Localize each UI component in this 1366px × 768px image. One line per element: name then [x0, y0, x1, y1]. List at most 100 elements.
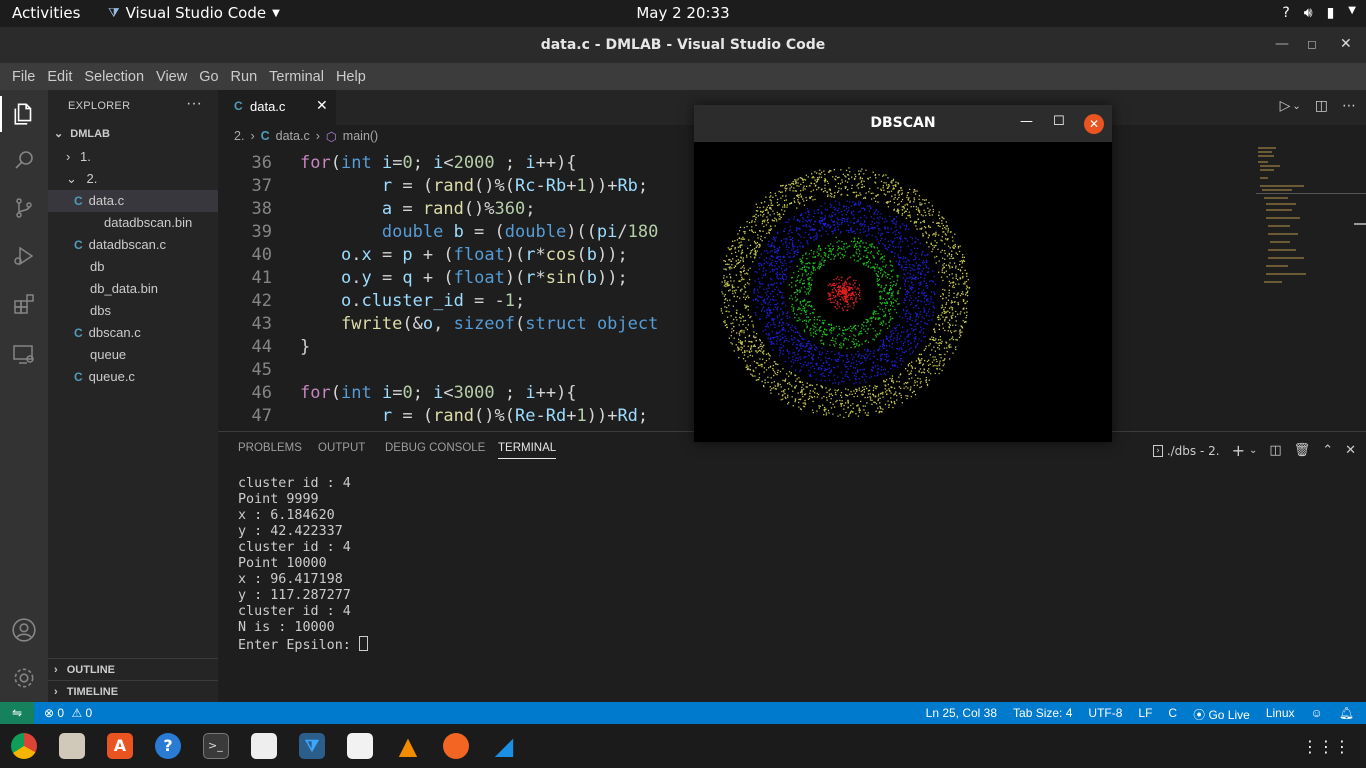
breadcrumb-file[interactable]: data.c: [276, 129, 310, 143]
dbscan-titlebar[interactable]: DBSCAN — ☐ ✕: [694, 105, 1112, 142]
source-control-icon[interactable]: [10, 194, 38, 222]
problems-status[interactable]: ⊗ 0 ⚠ 0: [44, 706, 92, 720]
close-button[interactable]: ✕: [1340, 36, 1352, 52]
code-line[interactable]: fwrite(&o, sizeof(struct object: [300, 314, 658, 334]
show-applications-icon[interactable]: ⋮⋮⋮: [1302, 737, 1350, 756]
tab-terminal[interactable]: TERMINAL: [498, 442, 557, 459]
more-actions-icon[interactable]: ···: [186, 95, 202, 113]
close-panel-icon[interactable]: ✕: [1345, 443, 1356, 458]
minimize-button[interactable]: —: [1020, 114, 1033, 129]
battery-icon[interactable]: ▮: [1327, 5, 1335, 21]
text-editor-icon[interactable]: [251, 733, 277, 759]
maximize-button[interactable]: ☐: [1053, 114, 1065, 129]
tab-problems[interactable]: PROBLEMS: [238, 442, 302, 454]
timeline-section[interactable]: › TIMELINE: [48, 680, 218, 702]
maximize-panel-icon[interactable]: ⌃: [1322, 443, 1333, 458]
software-center-icon[interactable]: A: [107, 733, 133, 759]
accounts-icon[interactable]: [10, 616, 38, 644]
remote-explorer-icon[interactable]: [10, 340, 38, 368]
app-menu[interactable]: ⧩ Visual Studio Code ▼: [108, 4, 280, 22]
workspace-root[interactable]: ⌄ DMLAB: [48, 123, 218, 145]
tab-data-c[interactable]: C data.c ✕: [218, 90, 336, 125]
vscode-icon[interactable]: ⧩: [299, 733, 325, 759]
code-line[interactable]: r = (rand()%(Rc-Rb+1))+Rb;: [300, 176, 648, 196]
system-tray[interactable]: ? 🔊︎ ▮ ▼: [1282, 5, 1356, 21]
menu-edit[interactable]: Edit: [41, 69, 78, 85]
terminal-name[interactable]: ./dbs - 2.: [1167, 444, 1220, 458]
chevron-down-icon[interactable]: ⌄: [1249, 445, 1257, 456]
language-mode[interactable]: C: [1168, 706, 1177, 723]
manage-gear-icon[interactable]: [10, 664, 38, 692]
feedback-icon[interactable]: ☺: [1311, 706, 1323, 723]
file-dbs[interactable]: dbs: [48, 300, 218, 322]
end-of-line[interactable]: LF: [1138, 706, 1152, 723]
tab-output[interactable]: OUTPUT: [318, 442, 365, 454]
file-datadbscan-bin[interactable]: datadbscan.bin: [48, 212, 218, 234]
postman-icon[interactable]: [443, 733, 469, 759]
vlc-icon[interactable]: ▲: [395, 733, 421, 759]
add-terminal-icon[interactable]: +: [1232, 441, 1245, 460]
chevron-down-icon[interactable]: ⌄: [1292, 101, 1300, 114]
files-icon[interactable]: [59, 733, 85, 759]
breadcrumb-symbol[interactable]: main(): [343, 129, 378, 143]
help-icon[interactable]: ?: [155, 733, 181, 759]
menu-help[interactable]: Help: [330, 69, 372, 85]
minimize-button[interactable]: —: [1275, 36, 1289, 52]
breadcrumb-folder[interactable]: 2.: [234, 129, 244, 143]
file-data-c[interactable]: Cdata.c: [48, 190, 218, 212]
explorer-icon[interactable]: [10, 100, 38, 128]
code-line[interactable]: for(int i=0; i<2000 ; i++){: [300, 153, 577, 173]
menu-file[interactable]: File: [6, 69, 41, 85]
menu-terminal[interactable]: Terminal: [263, 69, 330, 85]
encoding[interactable]: UTF-8: [1088, 706, 1122, 723]
chrome-icon[interactable]: [11, 733, 37, 759]
menu-selection[interactable]: Selection: [78, 69, 150, 85]
minimap[interactable]: [1256, 147, 1366, 431]
split-editor-icon[interactable]: ◫: [1315, 98, 1328, 114]
close-tab-icon[interactable]: ✕: [316, 97, 328, 114]
folder-2[interactable]: ⌄ 2.: [48, 168, 218, 190]
menu-go[interactable]: Go: [193, 69, 224, 85]
terminal-cursor[interactable]: [358, 636, 368, 651]
file-dbscan-c[interactable]: Cdbscan.c: [48, 322, 218, 344]
os-indicator[interactable]: Linux: [1266, 706, 1295, 723]
menu-view[interactable]: View: [150, 69, 193, 85]
file-db[interactable]: db: [48, 256, 218, 278]
tab-size[interactable]: Tab Size: 4: [1013, 706, 1072, 723]
terminal-icon[interactable]: >_: [203, 733, 229, 759]
remote-indicator-icon[interactable]: ⇋: [0, 702, 34, 724]
split-terminal-icon[interactable]: ◫: [1269, 443, 1281, 458]
trash-icon[interactable]: 🗑︎: [1294, 443, 1311, 458]
chevron-down-icon[interactable]: ▼: [1348, 5, 1356, 21]
help-icon[interactable]: ?: [1282, 5, 1289, 21]
volume-icon[interactable]: 🔊︎: [1304, 5, 1313, 21]
cursor-position[interactable]: Ln 25, Col 38: [926, 706, 997, 723]
more-actions-icon[interactable]: ⋯: [1342, 98, 1356, 114]
tab-debug-console[interactable]: DEBUG CONSOLE: [385, 442, 485, 454]
code-line[interactable]: o.y = q + (float)(r*sin(b));: [300, 268, 628, 288]
activities-button[interactable]: Activities: [12, 4, 80, 22]
go-live-button[interactable]: ⦿ Go Live: [1193, 706, 1250, 723]
extensions-icon[interactable]: [10, 290, 38, 318]
search-icon[interactable]: [10, 146, 38, 174]
wireshark-icon[interactable]: ◢: [491, 733, 517, 759]
code-line[interactable]: a = rand()%360;: [300, 199, 536, 219]
clock[interactable]: May 2 20:33: [636, 4, 729, 22]
file-datadbscan-c[interactable]: Cdatadbscan.c: [48, 234, 218, 256]
file-queue[interactable]: queue: [48, 344, 218, 366]
code-line[interactable]: r = (rand()%(Re-Rd+1))+Rd;: [300, 406, 648, 426]
notifications-bell-icon[interactable]: 🔔︎: [1339, 706, 1354, 723]
document-viewer-icon[interactable]: [347, 733, 373, 759]
outline-section[interactable]: › OUTLINE: [48, 658, 218, 680]
close-button[interactable]: ✕: [1084, 114, 1104, 134]
code-line[interactable]: double b = (double)((pi/180: [300, 222, 658, 242]
code-line[interactable]: }: [300, 337, 310, 357]
file-db-data-bin[interactable]: db_data.bin: [48, 278, 218, 300]
menu-run[interactable]: Run: [225, 69, 264, 85]
run-debug-icon[interactable]: [10, 242, 38, 270]
restore-button[interactable]: ◻: [1307, 37, 1317, 51]
file-queue-c[interactable]: Cqueue.c: [48, 366, 218, 388]
code-line[interactable]: o.cluster_id = -1;: [300, 291, 525, 311]
code-line[interactable]: for(int i=0; i<3000 ; i++){: [300, 383, 577, 403]
code-line[interactable]: o.x = p + (float)(r*cos(b));: [300, 245, 628, 265]
